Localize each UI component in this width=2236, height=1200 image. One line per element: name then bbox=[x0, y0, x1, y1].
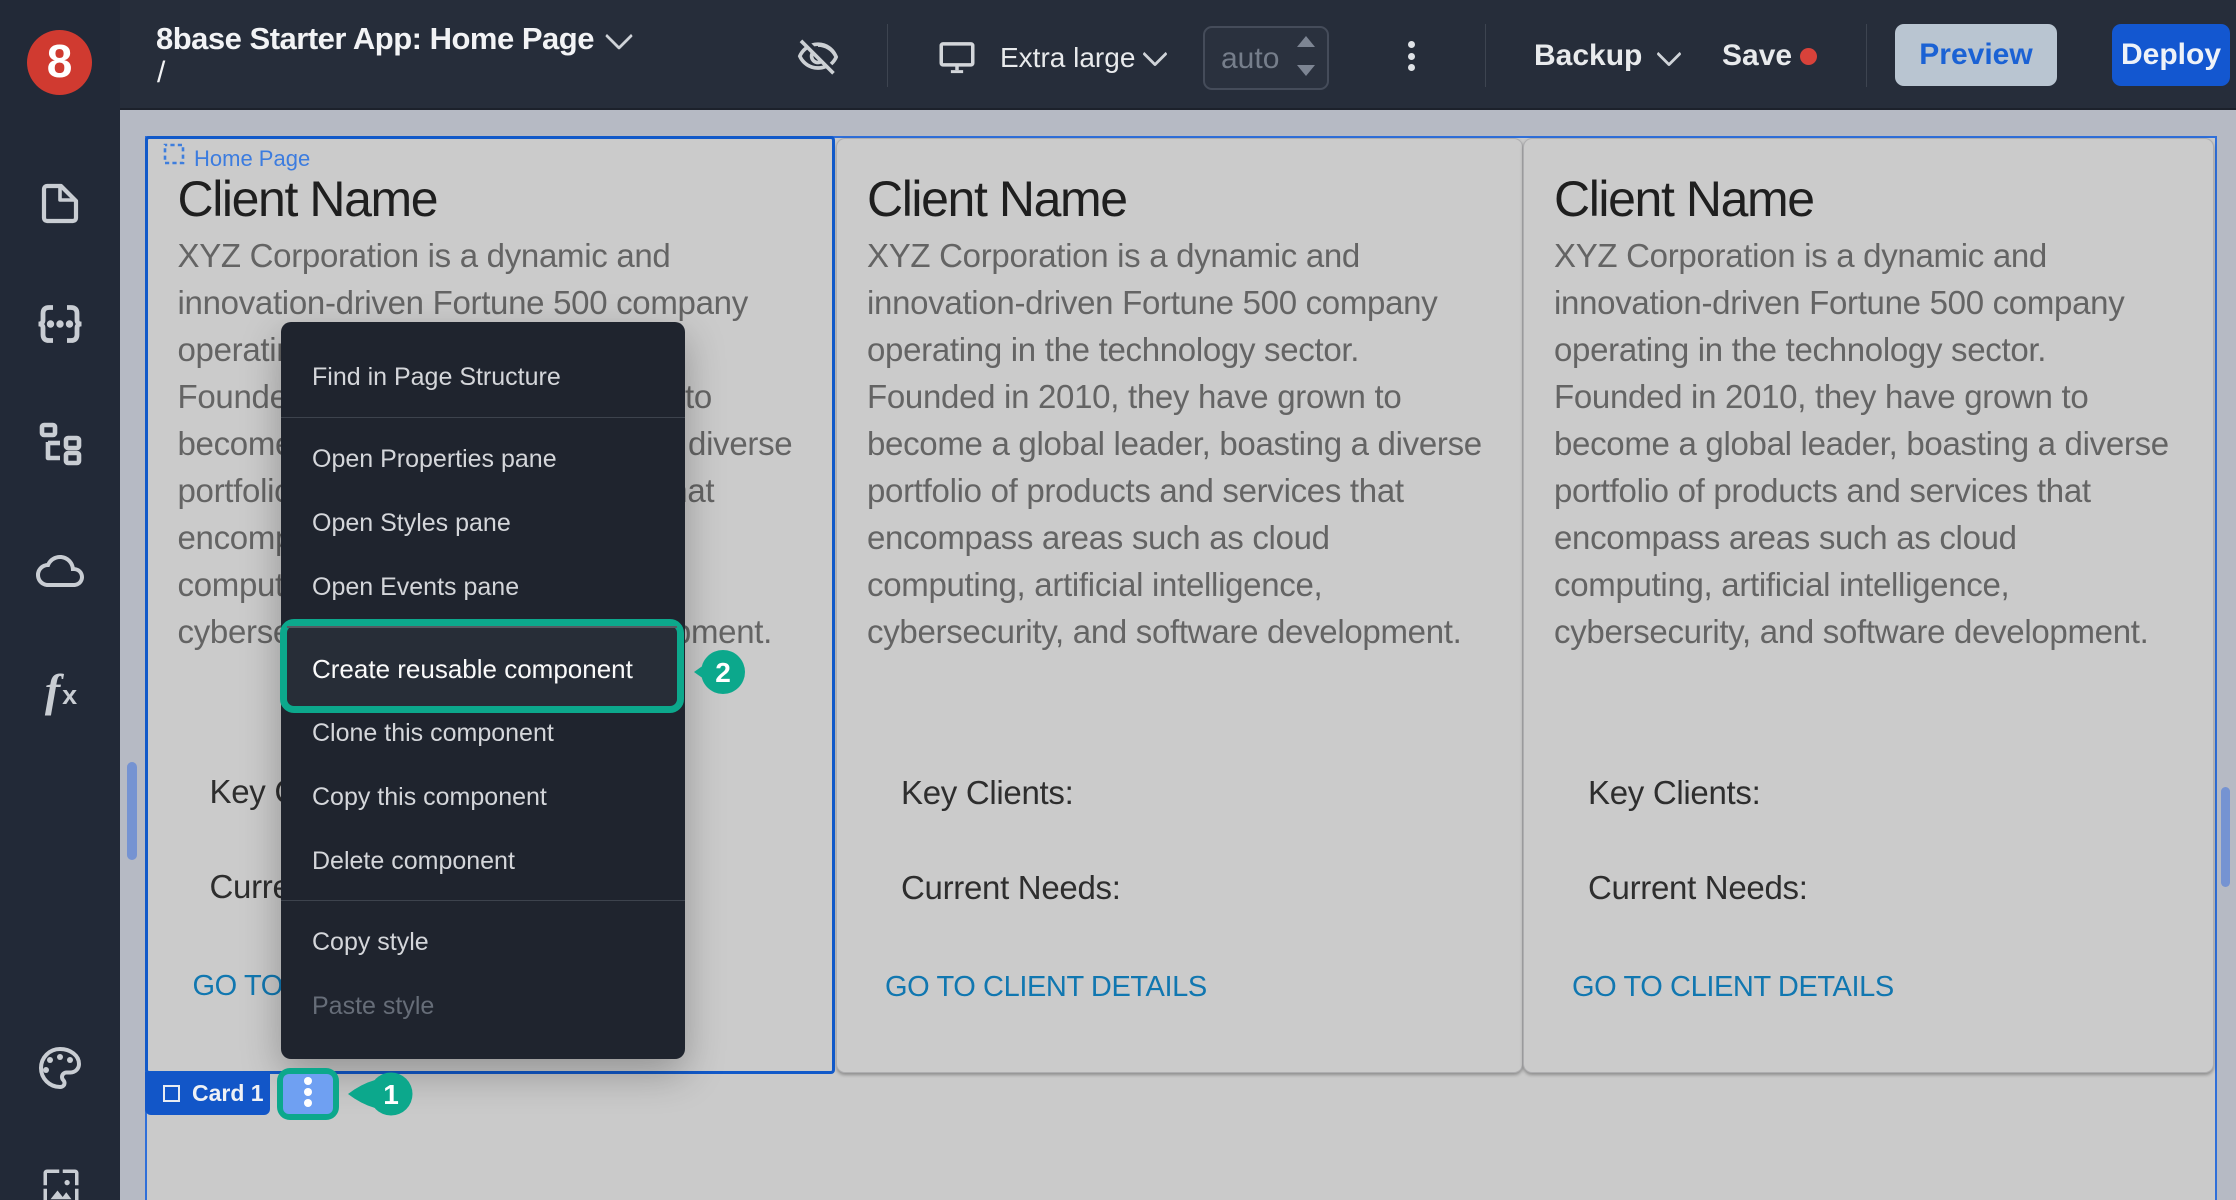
svg-text:2: 2 bbox=[715, 657, 731, 688]
svg-text:1: 1 bbox=[383, 1079, 399, 1110]
